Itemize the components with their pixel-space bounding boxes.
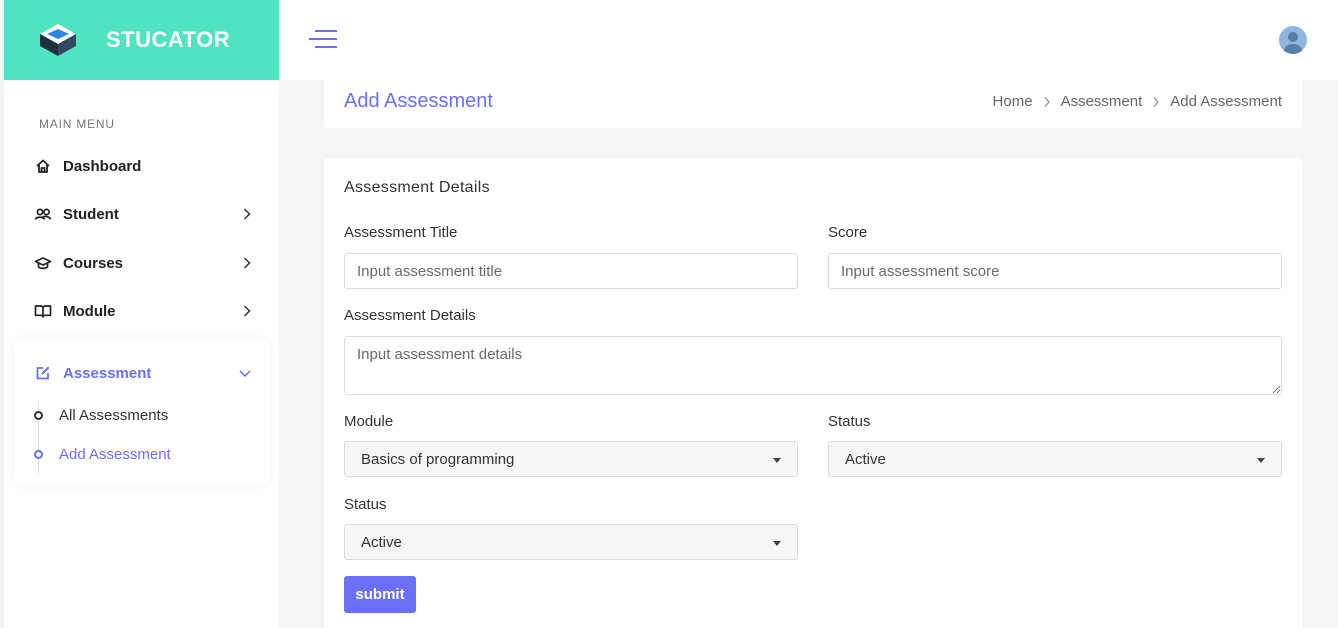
status-select-value: Active [845,450,886,468]
submit-button[interactable]: submit [344,576,416,613]
hamburger-menu-icon[interactable] [309,28,337,50]
page-title: Add Assessment [344,90,493,112]
menu-title: MAIN MENU [39,117,115,131]
chevron-down-icon [239,370,251,378]
breadcrumb-current: Add Assessment [1170,93,1282,110]
user-icon [1284,32,1302,54]
chevron-right-icon [243,208,251,220]
logo-icon [40,24,76,56]
submenu-label: Add Assessment [59,445,171,463]
users-icon [34,205,52,223]
assessment-form-card: Assessment Details Assessment Title Scor… [324,158,1302,628]
sidebar-item-label: Courses [63,254,124,272]
chevron-right-icon [243,305,251,317]
submenu-label: All Assessments [59,406,169,424]
top-bar [279,0,1338,80]
breadcrumb-assessment[interactable]: Assessment [1061,93,1143,110]
score-input[interactable] [828,253,1282,289]
sidebar-item-courses[interactable]: Courses [34,251,254,275]
score-label: Score [828,224,868,241]
page-header: Add Assessment Home Assessment Add Asses… [324,74,1302,128]
assessment-details-label: Assessment Details [344,307,476,324]
sidebar-item-student[interactable]: Student [34,202,254,226]
sidebar: MAIN MENU Dashboard Student Courses Modu… [4,80,279,628]
chevron-right-icon [1044,96,1050,107]
status-select-value: Active [361,533,402,551]
user-avatar[interactable] [1279,26,1307,54]
sidebar-item-module[interactable]: Module [34,299,254,323]
submenu-item-all-assessments[interactable]: All Assessments [34,405,168,425]
submenu-item-add-assessment[interactable]: Add Assessment [34,444,171,464]
edit-icon [34,364,52,382]
sidebar-item-label: Student [63,205,119,223]
status-select-2[interactable]: Active [344,524,798,560]
status-label-2: Status [344,496,387,513]
breadcrumb: Home Assessment Add Assessment [993,93,1282,110]
breadcrumb-home[interactable]: Home [993,93,1033,110]
card-title: Assessment Details [344,179,490,196]
chevron-right-icon [1153,96,1160,107]
book-icon [34,302,52,320]
sidebar-item-dashboard[interactable]: Dashboard [34,154,254,178]
assessment-menu-group: Assessment All Assessments Add Assessmen… [14,339,270,485]
caret-down-icon [773,541,781,546]
brand-name: STUCATOR [106,27,231,52]
bullet-icon [34,449,43,459]
graduation-cap-icon [34,254,52,272]
assessment-title-input[interactable] [344,253,798,289]
sidebar-item-assessment[interactable]: Assessment [34,361,251,385]
module-select[interactable]: Basics of programming [344,441,798,477]
sidebar-item-label: Assessment [63,364,152,382]
status-label: Status [828,413,871,430]
caret-down-icon [1257,458,1265,463]
status-select[interactable]: Active [828,441,1282,477]
home-icon [34,157,52,175]
brand-header[interactable]: STUCATOR [4,0,279,80]
bullet-icon [34,410,43,420]
assessment-details-textarea[interactable] [344,336,1282,395]
sidebar-item-label: Module [63,302,116,320]
assessment-title-label: Assessment Title [344,224,458,241]
module-label: Module [344,413,394,430]
caret-down-icon [773,458,781,463]
module-select-value: Basics of programming [361,450,515,468]
chevron-right-icon [243,257,251,269]
sidebar-item-label: Dashboard [63,157,142,175]
